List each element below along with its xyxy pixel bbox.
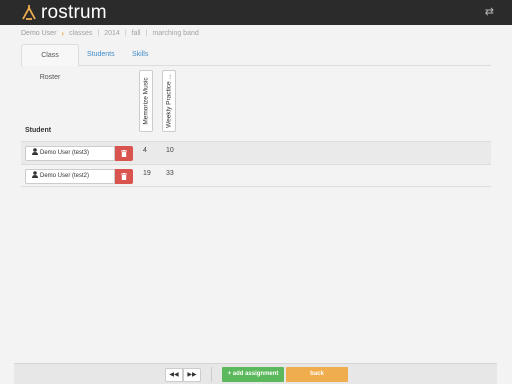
plus-icon: + [227,371,232,377]
top-navbar: rostrum ⇄ [0,0,512,25]
tab-skills[interactable]: Skills [124,44,156,66]
breadcrumb-class[interactable]: marching band [152,30,198,37]
student-name: Demo User (test2) [40,173,90,179]
student-column-header: Student [25,127,52,134]
score-cell[interactable]: 19 [143,170,151,177]
footer-toolbar: ◀◀ ▶▶ + add assignment back [14,363,497,384]
breadcrumb-year[interactable]: 2014 [104,30,120,37]
breadcrumb-user[interactable]: Demo User [21,30,56,37]
assignment-header-label: Memorize Music [142,77,150,125]
assignment-header-memorize-music[interactable]: Memorize Music [139,70,153,132]
breadcrumb-separator: | [124,29,127,37]
user-icon [32,148,38,155]
assignment-header-label: Weekly Practice ... [165,74,173,128]
score-cell[interactable]: 33 [166,170,174,177]
breadcrumb-classes[interactable]: classes [69,30,92,37]
student-name: Demo User (test3) [40,150,90,156]
fast-forward-icon: ▶▶ [187,372,197,378]
trash-icon [121,173,127,180]
breadcrumb-separator: | [97,29,100,37]
user-icon [32,171,38,178]
swap-arrows-icon[interactable]: ⇄ [485,6,494,18]
chevron-right-icon: › [61,28,65,38]
next-button[interactable]: ▶▶ [183,368,201,382]
breadcrumb-separator: | [145,29,148,37]
divider [211,367,212,382]
previous-button[interactable]: ◀◀ [165,368,183,382]
delete-student-button[interactable] [115,169,133,184]
score-cell[interactable]: 10 [166,147,174,154]
back-button[interactable]: back [286,367,348,382]
fast-backward-icon: ◀◀ [169,372,179,378]
delete-student-button[interactable] [115,146,133,161]
lectern-icon [22,5,36,20]
app-name: rostrum [41,2,107,23]
trash-icon [121,150,127,157]
tab-class-roster[interactable]: Class Roster [21,44,79,81]
student-button[interactable]: Demo User (test2) [25,169,115,184]
score-cell[interactable]: 4 [143,147,147,154]
app-logo[interactable]: rostrum [20,3,107,23]
add-assignment-label: add assignment [232,371,279,377]
breadcrumb: Demo User › classes | 2014 | fall | marc… [21,28,199,38]
assignment-header-weekly-practice[interactable]: Weekly Practice ... [162,70,176,132]
table-row: Demo User (test2) 19 33 [21,164,491,187]
tab-bar: Class Roster Students Skills [21,44,491,81]
table-row: Demo User (test3) 4 10 [21,141,491,164]
breadcrumb-term[interactable]: fall [132,30,141,37]
tab-students[interactable]: Students [79,44,123,66]
add-assignment-button[interactable]: + add assignment [222,367,284,382]
student-button[interactable]: Demo User (test3) [25,146,115,161]
